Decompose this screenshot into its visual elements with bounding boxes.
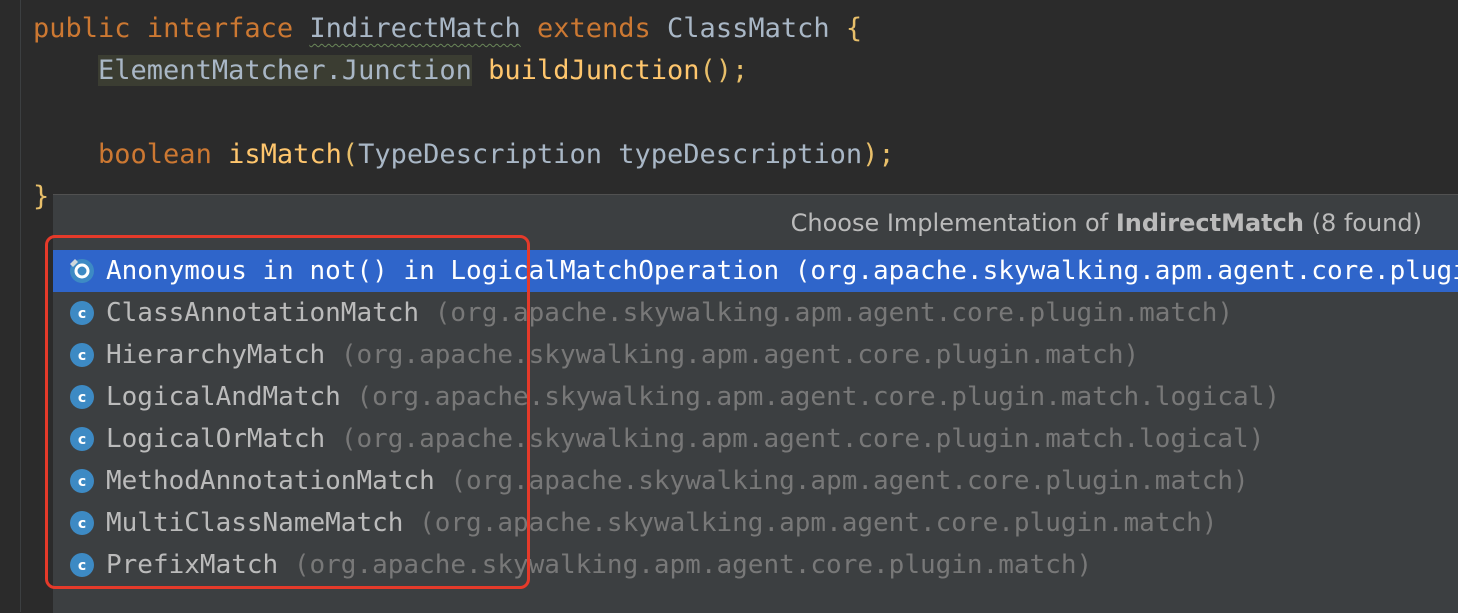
close-brace: }	[33, 181, 50, 212]
implementation-name: ClassAnnotationMatch	[106, 298, 420, 328]
method-suffix: );	[862, 139, 895, 170]
svg-text:c: c	[78, 348, 86, 364]
implementation-package: (org.apache.skywalking.apm.agent.core.pl…	[293, 550, 1093, 580]
code-editor[interactable]: public interface IndirectMatch extends C…	[33, 8, 895, 218]
implementation-name: PrefixMatch	[106, 550, 279, 580]
param-name: typeDescription	[618, 139, 863, 170]
svg-text:c: c	[78, 474, 86, 490]
implementation-package: (org.apache.skywalking.apm.agent.core.pl…	[434, 298, 1234, 328]
interface-name[interactable]: IndirectMatch	[309, 13, 520, 44]
svg-text:c: c	[78, 558, 86, 574]
implementation-package: (org.apache.skywalking.apm.agent.core.pl…	[356, 382, 1281, 412]
implementation-item[interactable]: c PrefixMatch (org.apache.skywalking.apm.…	[53, 544, 1458, 586]
popup-title-interface: IndirectMatch	[1115, 209, 1304, 237]
choose-implementation-popup[interactable]: Choose Implementation of IndirectMatch (…	[53, 194, 1458, 613]
popup-title: Choose Implementation of IndirectMatch (…	[791, 203, 1422, 243]
method-is-match[interactable]: isMatch	[228, 139, 342, 170]
return-type[interactable]: ElementMatcher.Junction	[98, 55, 472, 86]
class-icon: c	[70, 301, 94, 325]
keyword-extends: extends	[536, 13, 651, 44]
open-brace: {	[845, 13, 863, 44]
implementation-name: HierarchyMatch	[106, 340, 326, 370]
anonymous-class-icon	[70, 259, 94, 283]
implementation-package: (org.apache.skywalking.apm.agent.core.pl…	[419, 508, 1218, 538]
editor-gutter	[20, 0, 21, 612]
implementation-name: LogicalAndMatch	[106, 382, 341, 412]
implementation-item[interactable]: c LogicalAndMatch (org.apache.skywalking.…	[53, 376, 1458, 418]
code-line-1: public interface IndirectMatch extends C…	[33, 8, 895, 50]
svg-text:c: c	[78, 306, 86, 322]
implementation-package: (org.apache.skywalking.apm.agent.core.pl…	[340, 340, 1140, 370]
class-icon: c	[70, 553, 94, 577]
popup-title-prefix: Choose Implementation of	[790, 209, 1109, 237]
implementation-name: LogicalOrMatch	[106, 424, 326, 454]
svg-text:c: c	[78, 432, 86, 448]
class-icon: c	[70, 385, 94, 409]
implementation-item[interactable]: c LogicalOrMatch (org.apache.skywalking.a…	[53, 418, 1458, 460]
code-line-4: boolean isMatch(TypeDescription typeDesc…	[98, 139, 895, 170]
implementation-list: Anonymous in not() in LogicalMatchOperat…	[53, 250, 1458, 586]
implementation-item[interactable]: c ClassAnnotationMatch (org.apache.skywal…	[53, 292, 1458, 334]
implementation-item[interactable]: c MethodAnnotationMatch (org.apache.skywa…	[53, 460, 1458, 502]
class-icon: c	[70, 427, 94, 451]
implementation-package: (org.apache.skywalking.apm.agent.core.pl…	[450, 466, 1249, 496]
super-interface-name[interactable]: ClassMatch	[667, 13, 830, 44]
method-build-junction[interactable]: buildJunction	[488, 55, 699, 86]
implementation-item[interactable]: c MultiClassNameMatch (org.apache.skywalk…	[53, 502, 1458, 544]
implementation-name: MultiClassNameMatch	[106, 508, 404, 538]
implementation-package: (org.apache.skywalking.apm.agent.core.pl…	[340, 424, 1265, 454]
svg-text:c: c	[78, 516, 86, 532]
method-suffix: ();	[699, 55, 749, 86]
implementation-name: MethodAnnotationMatch	[106, 466, 435, 496]
implementation-item[interactable]: Anonymous in not() in LogicalMatchOperat…	[53, 250, 1458, 292]
class-icon: c	[70, 343, 94, 367]
code-line-2: ElementMatcher.Junction buildJunction();	[33, 50, 895, 92]
keyword-interface: interface	[146, 13, 294, 44]
param-type[interactable]: TypeDescription	[358, 139, 602, 170]
class-icon: c	[70, 469, 94, 493]
implementation-name: Anonymous in not() in LogicalMatchOperat…	[106, 256, 780, 286]
implementation-item[interactable]: c HierarchyMatch (org.apache.skywalking.a…	[53, 334, 1458, 376]
keyword-public: public	[33, 13, 131, 44]
implementation-package: (org.apache.skywalking.apm.agent.core.pl…	[794, 256, 1458, 286]
keyword-boolean: boolean	[98, 139, 212, 170]
class-icon: c	[70, 511, 94, 535]
svg-text:c: c	[78, 390, 86, 406]
popup-title-count: (8 found)	[1311, 209, 1422, 237]
